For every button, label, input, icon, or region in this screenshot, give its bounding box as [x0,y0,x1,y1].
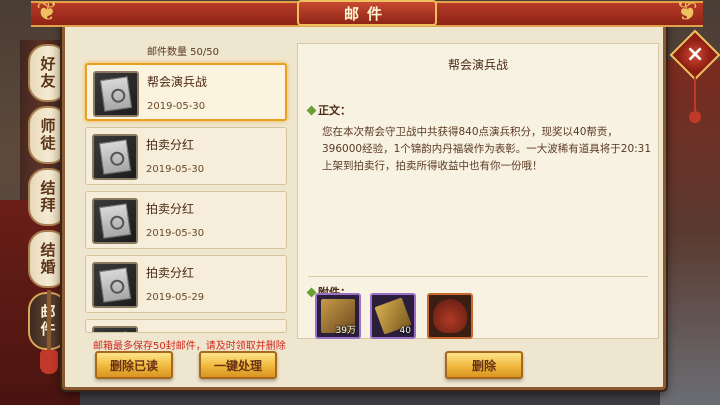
body-section-label: 正文： [306,102,351,118]
window-title: 邮件 [297,0,437,26]
divider [308,276,648,277]
mail-scroll-icon [92,326,138,332]
mail-scroll-icon [92,198,138,244]
attachment-count: 40 [399,326,411,336]
attachment-slot[interactable]: 39万 [315,293,361,339]
one-click-process-button[interactable]: 一键处理 [199,351,277,379]
mail-date: 2019-05-30 [146,228,205,239]
mail-title: 拍卖分红 [146,202,195,216]
delete-button[interactable]: 删除 [445,351,523,379]
side-rod-tassel [40,350,58,374]
attachment-count: 39万 [335,326,356,336]
side-rod-decoration [47,290,51,350]
mailbox-warning: 邮箱最多保存50封邮件，请及时领取并删除 [93,341,286,352]
mail-body-text: 您在本次帮会守卫战中共获得840点演兵积分，现奖以40帮贡，396000经验，1… [322,126,652,172]
mail-date: 2019-05-29 [146,292,205,303]
mail-count: 邮件数量 50/50 [147,47,219,58]
list-item[interactable]: 拍卖分红 2019-05-29 [85,255,287,313]
title-wing-right-icon: ❦ [676,0,698,27]
attachment-slot[interactable] [427,293,473,339]
delete-read-button[interactable]: 删除已读 [95,351,173,379]
detail-title: 帮会演兵战 [447,58,508,72]
title-wing-left-icon: ❦ [36,0,58,27]
diamond-bullet-icon [306,105,317,115]
mail-scroll-icon [92,134,138,180]
close-tassel-decoration [685,77,705,127]
title-bar: ❦ 邮件 ❦ [31,0,703,27]
mail-date: 2019-05-30 [146,164,205,175]
body-label: 正文： [318,104,351,117]
close-icon: × [685,42,705,67]
list-item[interactable]: 拍卖分红 2019-05-30 [85,127,287,185]
list-item[interactable]: 拍卖分红 2019-05-30 [85,191,287,249]
mail-title: 拍卖分红 [146,138,195,152]
pouch-icon [433,299,467,333]
mail-title: 帮会演兵战 [147,75,208,89]
attachment-slot[interactable]: 40 [370,293,416,339]
mail-window: ❦ 邮件 ❦ × 邮件数量 50/50 帮会演兵战 2019-05-30 拍卖分… [31,0,720,390]
mail-scroll-icon [93,71,139,117]
list-item-partial[interactable] [85,319,287,333]
mail-date: 2019-05-30 [147,101,206,112]
mail-title: 拍卖分红 [146,266,195,280]
list-item[interactable]: 帮会演兵战 2019-05-30 [85,63,287,121]
mail-scroll-icon [92,262,138,308]
